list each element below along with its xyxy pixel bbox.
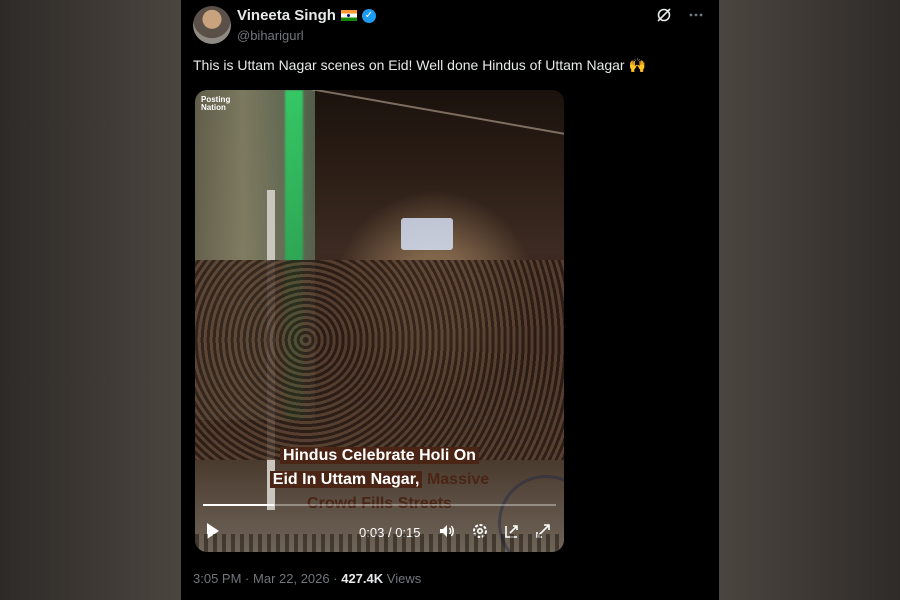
video-progress-bar[interactable] xyxy=(203,504,556,506)
tweet-top-actions xyxy=(655,6,705,24)
tweet-meta: 3:05 PM · Mar 22, 2026 · 427.4K Views xyxy=(193,571,421,586)
caption-text-2b: Massive xyxy=(426,471,490,488)
video-screen-glow xyxy=(401,218,453,250)
caption-line-1: Hindus Celebrate Holi On xyxy=(195,445,564,467)
caption-text-1: Hindus Celebrate Holi On xyxy=(280,447,479,464)
channel-watermark: Posting Nation xyxy=(201,95,231,112)
tweet-card: Vineeta Singh ✓ @biharigurl This is Utta… xyxy=(181,0,719,600)
grok-icon[interactable] xyxy=(655,6,673,24)
caption-text-2a: Eid In Uttam Nagar, xyxy=(269,471,423,488)
tweet-text: This is Uttam Nagar scenes on Eid! Well … xyxy=(193,57,646,73)
meta-dot: · xyxy=(245,571,250,586)
flag-india-icon xyxy=(340,10,357,21)
grok-icon-svg xyxy=(657,8,671,22)
tweet-time[interactable]: 3:05 PM xyxy=(193,571,241,586)
video-player[interactable]: Posting Nation Hindus Celebrate Holi On … xyxy=(195,90,564,552)
user-handle[interactable]: @biharigurl xyxy=(237,28,304,43)
verified-badge-icon[interactable]: ✓ xyxy=(361,8,376,23)
author-row: Vineeta Singh ✓ xyxy=(237,7,376,24)
video-progress-fill xyxy=(203,504,274,506)
video-skyline xyxy=(195,534,564,552)
meta-dot: · xyxy=(333,571,338,586)
display-name[interactable]: Vineeta Singh xyxy=(237,7,336,24)
video-caption: Hindus Celebrate Holi On Eid In Uttam Na… xyxy=(195,445,564,517)
caption-line-2: Eid In Uttam Nagar, Massive xyxy=(195,469,564,491)
views-label: Views xyxy=(386,571,422,586)
tweet-date[interactable]: Mar 22, 2026 xyxy=(253,571,330,586)
more-icon[interactable] xyxy=(687,6,705,24)
avatar[interactable] xyxy=(193,6,231,44)
video-crowd xyxy=(195,260,564,460)
views-count: 427.4K xyxy=(341,571,384,586)
more-icon-svg xyxy=(689,13,703,17)
